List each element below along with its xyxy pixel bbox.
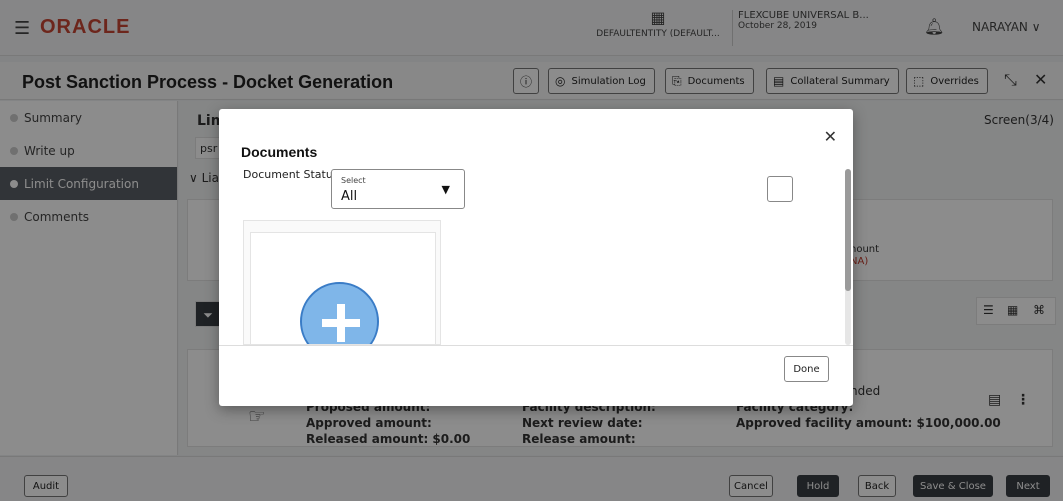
caret-down-icon: ▼ — [441, 183, 450, 196]
document-status-select[interactable]: Select All ▼ — [331, 169, 465, 209]
select-all-checkbox[interactable] — [767, 176, 793, 202]
modal-title: Documents — [241, 144, 318, 160]
add-document-tile — [243, 220, 441, 345]
documents-modal: ✕ Documents Document Status Select All ▼… — [219, 109, 853, 406]
scrollbar-thumb[interactable] — [845, 169, 851, 291]
plus-icon[interactable] — [300, 282, 379, 344]
modal-divider — [219, 345, 853, 346]
add-document-card[interactable] — [250, 232, 436, 344]
done-label: Done — [793, 363, 820, 375]
select-caption: Select — [341, 176, 366, 185]
done-button[interactable]: Done — [784, 356, 829, 382]
document-status-label: Document Status — [243, 168, 339, 181]
close-icon[interactable]: ✕ — [824, 127, 837, 146]
select-value: All — [341, 189, 358, 204]
